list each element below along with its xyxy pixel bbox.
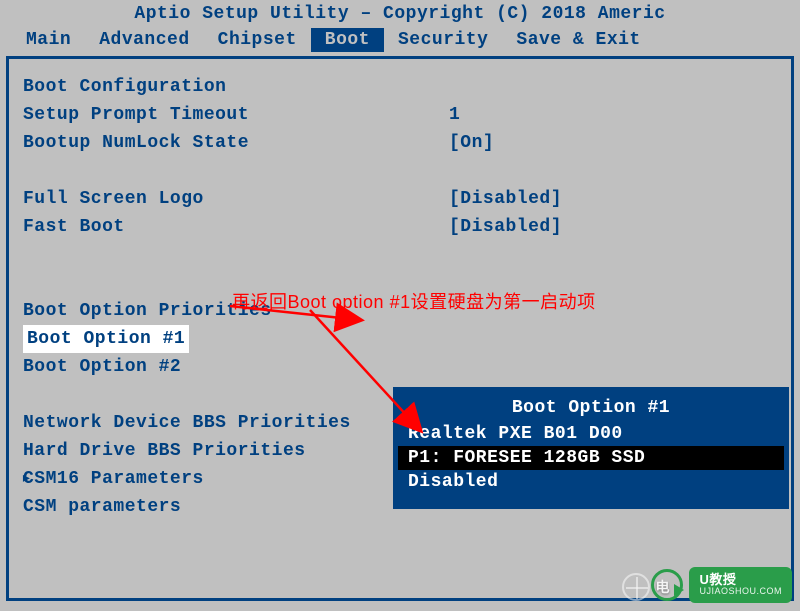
watermark-right: U教授 UJIAOSHOU.COM (651, 567, 792, 603)
submenu-csm-parameters[interactable]: CSM parameters (23, 493, 403, 521)
tab-security[interactable]: Security (384, 28, 502, 52)
setting-fast-boot[interactable]: Fast Boot (23, 213, 403, 241)
boot-option-1[interactable]: Boot Option #1 (23, 325, 403, 353)
watermark-badge: U教授 UJIAOSHOU.COM (689, 567, 792, 603)
menu-bar: Main Advanced Chipset Boot Security Save… (0, 26, 800, 56)
boot-option-popup: Boot Option #1 Realtek PXE B01 D00 P1: F… (396, 390, 786, 506)
popup-item-disabled[interactable]: Disabled (398, 470, 784, 494)
value-full-screen-logo: [Disabled] (449, 185, 769, 213)
refresh-icon (651, 569, 683, 601)
tab-chipset[interactable]: Chipset (204, 28, 311, 52)
value-fast-boot: [Disabled] (449, 213, 769, 241)
value-setup-prompt-timeout: 1 (449, 101, 769, 129)
setting-full-screen-logo[interactable]: Full Screen Logo (23, 185, 403, 213)
popup-item-foresee-ssd[interactable]: P1: FORESEE 128GB SSD (398, 446, 784, 470)
annotation-text: 再返回Boot option #1设置硬盘为第一启动项 (232, 288, 596, 314)
submenu-hard-drive-bbs[interactable]: Hard Drive BBS Priorities (23, 437, 403, 465)
tab-advanced[interactable]: Advanced (85, 28, 203, 52)
value-bootup-numlock-state: [On] (449, 129, 769, 157)
bios-title: Aptio Setup Utility – Copyright (C) 2018… (0, 0, 800, 26)
section-header: Boot Configuration (23, 73, 403, 101)
content-frame: Boot Configuration Setup Prompt Timeout … (6, 56, 794, 601)
submenu-network-bbs[interactable]: Network Device BBS Priorities (23, 409, 403, 437)
tab-boot[interactable]: Boot (311, 28, 384, 52)
tab-main[interactable]: Main (12, 28, 85, 52)
setting-bootup-numlock-state[interactable]: Bootup NumLock State (23, 129, 403, 157)
popup-item-realtek-pxe[interactable]: Realtek PXE B01 D00 (398, 422, 784, 446)
submenu-csm16-parameters[interactable]: CSM16 Parameters (23, 465, 403, 493)
bios-screen: Aptio Setup Utility – Copyright (C) 2018… (0, 0, 800, 611)
settings-right-column: 1 [On] [Disabled] [Disabled] (449, 73, 769, 241)
globe-icon (622, 573, 650, 601)
setting-setup-prompt-timeout[interactable]: Setup Prompt Timeout (23, 101, 403, 129)
tab-save-exit[interactable]: Save & Exit (502, 28, 654, 52)
boot-option-2[interactable]: Boot Option #2 (23, 353, 403, 381)
popup-title: Boot Option #1 (398, 396, 784, 422)
